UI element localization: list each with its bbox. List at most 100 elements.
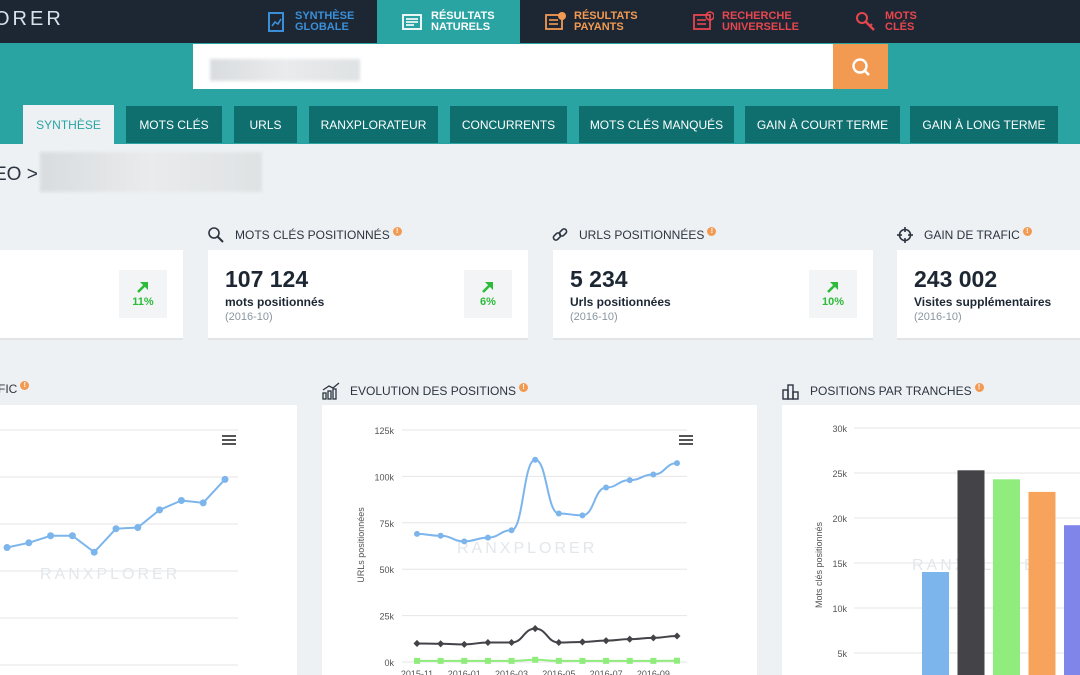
info-icon[interactable]: ! [20, 380, 30, 390]
tab-synthese[interactable]: SYNTHÈSE [23, 105, 114, 144]
y-tick-label: 5k [837, 649, 847, 659]
info-icon[interactable]: ! [519, 382, 529, 392]
stat-title: GAIN DE TRAFIC [924, 228, 1020, 242]
data-point [484, 657, 491, 664]
trend-value: 10% [821, 296, 845, 308]
data-point [555, 657, 562, 664]
search-input[interactable] [193, 44, 833, 89]
chart-menu-icon[interactable] [679, 435, 693, 445]
data-point [626, 477, 633, 484]
data-point [674, 657, 680, 664]
chart-title: FIC [0, 382, 18, 396]
universal-icon [693, 10, 714, 30]
stat-label: Urls positionnées [570, 295, 671, 309]
stat-card-urls: 5 234 Urls positionnées (2016-10) 10% [553, 250, 873, 340]
data-point [177, 497, 185, 504]
data-point [508, 527, 515, 534]
stat-date: (2016-10) [570, 311, 618, 323]
search-button[interactable] [833, 44, 888, 89]
data-point [112, 525, 120, 533]
stat-title: URLS POSITIONNÉES [579, 228, 705, 242]
tab-gain-court-terme[interactable]: GAIN À COURT TERME [745, 106, 900, 143]
data-point [47, 532, 55, 540]
stat-label: mots positionnés [225, 295, 325, 309]
chart-watermark: RANXPLORER [40, 566, 180, 583]
y-tick-label: 50k [379, 565, 394, 575]
trend-value: 6% [480, 296, 496, 308]
data-point [221, 475, 229, 483]
stat-date: (2016-10) [225, 311, 273, 323]
data-point [437, 657, 444, 664]
chart-menu-icon[interactable] [222, 435, 236, 445]
nav-resultats-naturels[interactable]: RÉSULTATS NATURELS [377, 0, 520, 43]
stat-header-gain-trafic: GAIN DE TRAFIC! [896, 226, 1032, 244]
y-axis-label: Mots clés positionnés [814, 521, 824, 608]
tab-mots-cles-manques[interactable]: MOTS CLÉS MANQUÉS [579, 106, 734, 143]
series-line [416, 458, 678, 543]
data-point [649, 634, 657, 642]
link-icon [552, 228, 568, 241]
chart-title: POSITIONS PAR TRANCHES [810, 384, 972, 398]
info-icon[interactable]: ! [974, 382, 984, 392]
data-point [156, 506, 164, 514]
x-tick-label: 2016-03 [495, 669, 528, 675]
y-tick-label: 10k [832, 604, 847, 614]
nav-recherche-universelle[interactable]: RECHERCHE UNIVERSELLE [692, 0, 822, 43]
traffic-line-chart: RANXPLORER [0, 429, 238, 666]
tab-mots-cles[interactable]: MOTS CLÉS [126, 106, 222, 143]
bar [957, 470, 985, 675]
info-icon[interactable]: ! [707, 226, 717, 236]
nav-synthese-line2: GLOBALE [295, 20, 349, 33]
data-point [508, 657, 515, 664]
data-point [555, 638, 563, 647]
nav-naturels-line1: RÉSULTATS [431, 9, 495, 22]
data-point [484, 534, 491, 541]
nav-motscles-line1: MOTS [885, 9, 917, 22]
stat-header-urls: URLS POSITIONNÉES! [551, 226, 717, 244]
data-point [484, 638, 492, 647]
tab-gain-long-terme[interactable]: GAIN À LONG TERME [910, 106, 1058, 143]
nav-synthese-globale[interactable]: SYNTHÈSE GLOBALE [265, 0, 375, 43]
data-point [578, 638, 586, 646]
tab-urls[interactable]: URLS [234, 106, 297, 143]
crosshair-icon [897, 227, 913, 243]
trend-badge: 6% [464, 270, 512, 318]
trend-badge: 11% [119, 270, 167, 318]
y-tick-label: 30k [832, 424, 847, 434]
nav-universelle-line2: UNIVERSELLE [722, 20, 800, 33]
data-point [461, 538, 468, 545]
chart-panel-tranches: 5k10k15k20k25k30kMots clés positionnésRA… [782, 405, 1080, 675]
data-point [414, 657, 420, 664]
info-icon[interactable]: ! [392, 226, 402, 236]
data-point [650, 657, 657, 664]
nav-universelle-line1: RECHERCHE [722, 9, 792, 22]
y-tick-label: 75k [379, 519, 394, 529]
stat-date: (2016-10) [914, 311, 962, 323]
chart-header-tranches: POSITIONS PAR TRANCHES! [782, 382, 984, 400]
data-point [532, 456, 539, 463]
bar [1028, 491, 1056, 675]
chart-panel-evolution: 0k 25k 50k 75k 100k 125k URLs positionnées RANX… [322, 405, 757, 675]
report-icon [268, 11, 284, 32]
nav-resultats-payants[interactable]: RÉSULTATS PAYANTS [544, 0, 664, 43]
data-point [555, 510, 562, 517]
bar-chart-icon [322, 382, 340, 400]
stat-value: 107 124 [225, 266, 309, 292]
data-point [414, 530, 420, 537]
data-point [674, 460, 680, 467]
bar [993, 479, 1020, 675]
info-icon[interactable]: ! [1022, 226, 1032, 236]
data-point [579, 657, 586, 664]
bars-icon [782, 384, 799, 400]
data-point [579, 512, 586, 519]
nav-mots-cles[interactable]: MOTS CLÉS [855, 0, 935, 43]
stat-value: 5 234 [570, 266, 628, 292]
data-point [413, 639, 421, 647]
tab-concurrents[interactable]: CONCURRENTS [450, 106, 567, 143]
tab-ranxplorateur[interactable]: RANXPLORATEUR [309, 106, 438, 143]
redacted-domain [40, 152, 262, 192]
arrow-up-right-icon [137, 282, 148, 293]
nav-motscles-line2: CLÉS [885, 20, 915, 33]
trend-badge: 10% [809, 270, 857, 318]
data-point [603, 657, 610, 664]
